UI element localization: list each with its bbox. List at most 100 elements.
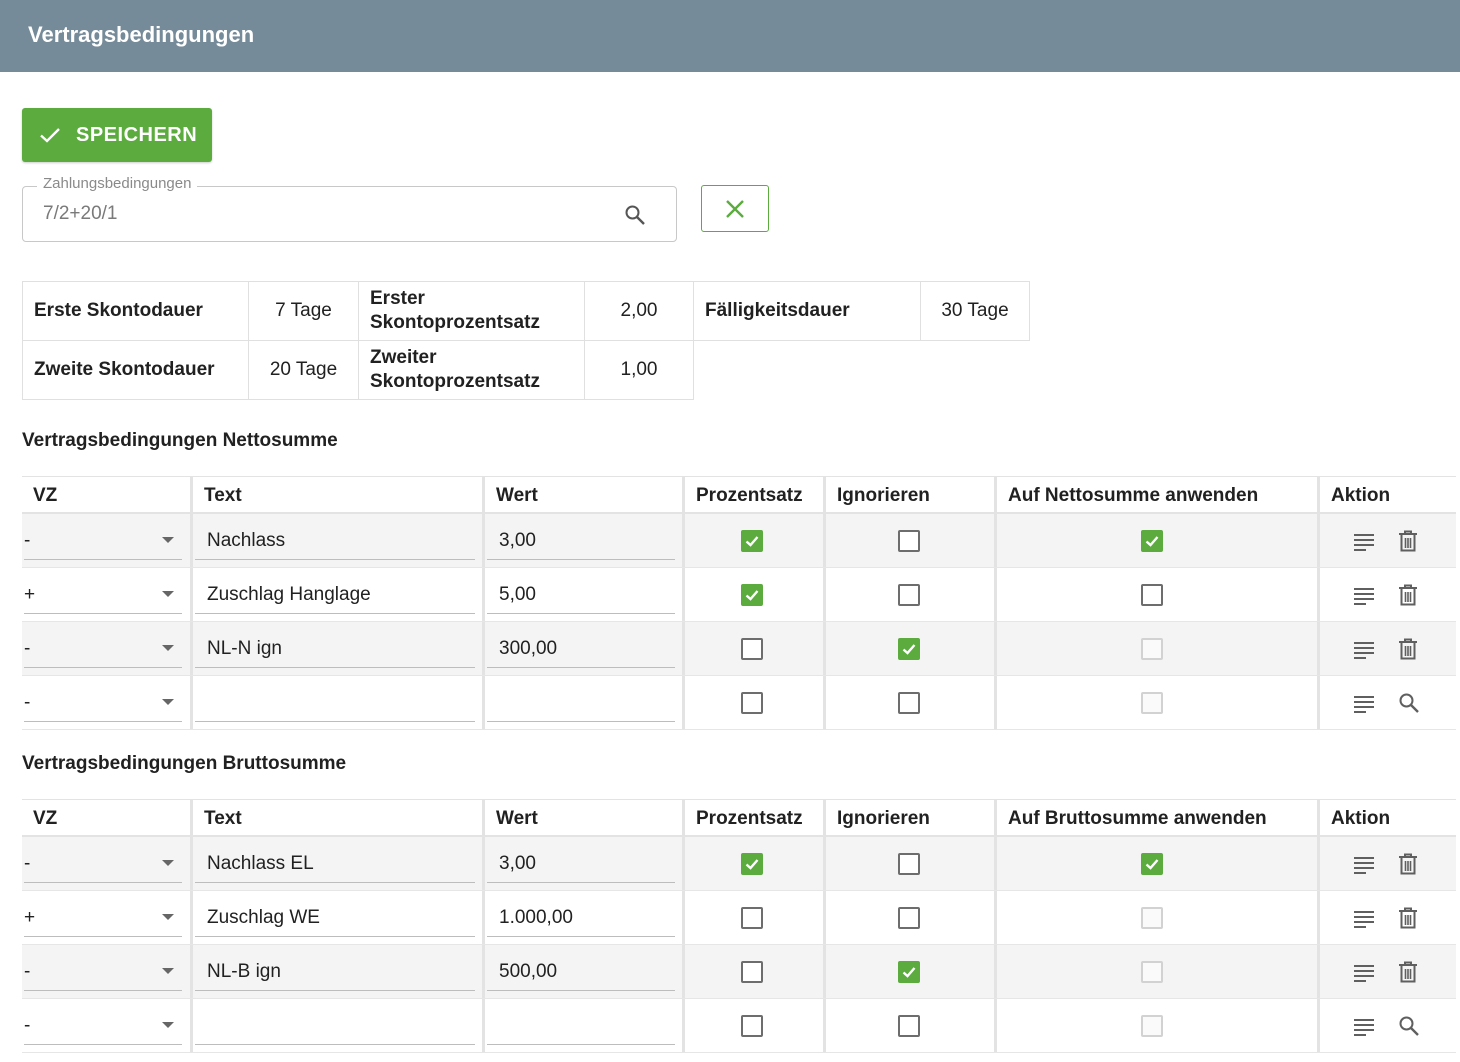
column-header-vz[interactable]: VZ	[22, 800, 190, 835]
wert-input[interactable]	[485, 999, 685, 1052]
ignorieren-checkbox[interactable]	[898, 961, 920, 983]
search-icon[interactable]	[1397, 691, 1421, 720]
trash-icon[interactable]	[1397, 529, 1419, 558]
prozent-checkbox[interactable]	[741, 961, 763, 983]
check-icon	[40, 128, 60, 143]
column-header-anwenden[interactable]: Auf Bruttosumme anwenden	[994, 800, 1320, 835]
text-input[interactable]: Zuschlag WE	[193, 891, 485, 944]
ignorieren-checkbox[interactable]	[898, 584, 920, 606]
prozent-checkbox[interactable]	[741, 1015, 763, 1037]
details-icon[interactable]	[1352, 1014, 1376, 1043]
cell-wert: 300,00	[482, 622, 685, 675]
sign-select[interactable]: -	[22, 514, 182, 567]
wert-input[interactable]: 500,00	[485, 945, 685, 998]
title-bar: Vertragsbedingungen	[0, 0, 1460, 72]
column-header-vz[interactable]: VZ	[22, 477, 190, 512]
column-header-text[interactable]: Text	[190, 800, 485, 835]
prozent-checkbox[interactable]	[741, 638, 763, 660]
column-header-wert[interactable]: Wert	[482, 477, 685, 512]
prozent-checkbox[interactable]	[741, 907, 763, 929]
details-icon[interactable]	[1352, 691, 1376, 720]
anwenden-checkbox[interactable]	[1141, 530, 1163, 552]
details-icon[interactable]	[1352, 529, 1376, 558]
cell-ignorieren	[823, 945, 997, 998]
ignorieren-checkbox[interactable]	[898, 530, 920, 552]
ignorieren-checkbox[interactable]	[898, 907, 920, 929]
column-header-label: Text	[204, 485, 242, 506]
column-header-text[interactable]: Text	[190, 477, 485, 512]
sign-select[interactable]: -	[22, 945, 182, 998]
anwenden-checkbox[interactable]	[1141, 853, 1163, 875]
details-icon[interactable]	[1352, 906, 1376, 935]
prozent-checkbox[interactable]	[741, 584, 763, 606]
input-underline	[487, 667, 675, 668]
save-button[interactable]: SPEICHERN	[22, 108, 212, 162]
text-input[interactable]: NL-N ign	[193, 622, 485, 675]
column-header-label: Auf Nettosumme anwenden	[1008, 485, 1259, 506]
sign-select[interactable]: -	[22, 837, 182, 890]
ignorieren-checkbox[interactable]	[898, 1015, 920, 1037]
text-input-value: Zuschlag Hanglage	[207, 584, 371, 605]
column-header-aktion[interactable]: Aktion	[1317, 800, 1452, 835]
details-icon[interactable]	[1352, 637, 1376, 666]
search-icon[interactable]	[1397, 1014, 1421, 1043]
search-icon[interactable]	[623, 203, 647, 227]
details-icon[interactable]	[1352, 960, 1376, 989]
text-input[interactable]	[193, 999, 485, 1052]
sign-select[interactable]: -	[22, 999, 182, 1052]
prozent-checkbox[interactable]	[741, 530, 763, 552]
ignorieren-checkbox[interactable]	[898, 853, 920, 875]
trash-icon[interactable]	[1397, 906, 1419, 935]
trash-icon[interactable]	[1397, 960, 1419, 989]
details-icon[interactable]	[1352, 583, 1376, 612]
column-header-prozent[interactable]: Prozentsatz	[682, 477, 826, 512]
wert-input[interactable]: 3,00	[485, 514, 685, 567]
cell-wert	[482, 999, 685, 1052]
wert-input[interactable]: 300,00	[485, 622, 685, 675]
ignorieren-checkbox[interactable]	[898, 692, 920, 714]
trash-icon[interactable]	[1397, 583, 1419, 612]
text-input[interactable]: NL-B ign	[193, 945, 485, 998]
ignorieren-checkbox[interactable]	[898, 638, 920, 660]
table-row: - Nachlass 3,00	[22, 514, 1456, 568]
sign-select[interactable]: -	[22, 622, 182, 675]
input-underline	[487, 990, 675, 991]
payment-terms-value[interactable]: 7/2+20/1	[43, 203, 118, 225]
cell-prozent	[682, 999, 826, 1052]
details-icon[interactable]	[1352, 852, 1376, 881]
column-header-wert[interactable]: Wert	[482, 800, 685, 835]
text-input[interactable]: Nachlass EL	[193, 837, 485, 890]
text-input-value: Zuschlag WE	[207, 907, 320, 928]
text-input[interactable]: Zuschlag Hanglage	[193, 568, 485, 621]
text-input[interactable]: Nachlass	[193, 514, 485, 567]
cell-text	[190, 999, 485, 1052]
trash-icon[interactable]	[1397, 637, 1419, 666]
wert-input[interactable]	[485, 676, 685, 729]
column-header-ignorieren[interactable]: Ignorieren	[823, 800, 997, 835]
trash-icon[interactable]	[1397, 852, 1419, 881]
text-input[interactable]	[193, 676, 485, 729]
column-header-aktion[interactable]: Aktion	[1317, 477, 1452, 512]
anwenden-checkbox[interactable]	[1141, 584, 1163, 606]
cell-vz: -	[22, 999, 190, 1052]
sign-select[interactable]: +	[22, 891, 182, 944]
table-row: - NL-B ign 500,00	[22, 945, 1456, 999]
prozent-checkbox[interactable]	[741, 692, 763, 714]
caret-down-icon	[162, 914, 174, 920]
column-header-prozent[interactable]: Prozentsatz	[682, 800, 826, 835]
wert-input[interactable]: 1.000,00	[485, 891, 685, 944]
table-row: - NL-N ign 300,00	[22, 622, 1456, 676]
wert-input[interactable]: 5,00	[485, 568, 685, 621]
payment-terms-field[interactable]: Zahlungsbedingungen 7/2+20/1	[22, 175, 677, 242]
cell-wert: 500,00	[482, 945, 685, 998]
input-underline	[487, 882, 675, 883]
sign-select[interactable]: +	[22, 568, 182, 621]
clear-button[interactable]	[701, 185, 769, 232]
wert-input[interactable]: 3,00	[485, 837, 685, 890]
column-header-ignorieren[interactable]: Ignorieren	[823, 477, 997, 512]
prozent-checkbox[interactable]	[741, 853, 763, 875]
due-label: Fälligkeitsdauer	[693, 281, 921, 341]
sign-select[interactable]: -	[22, 676, 182, 729]
cell-text: Nachlass EL	[190, 837, 485, 890]
column-header-anwenden[interactable]: Auf Nettosumme anwenden	[994, 477, 1320, 512]
